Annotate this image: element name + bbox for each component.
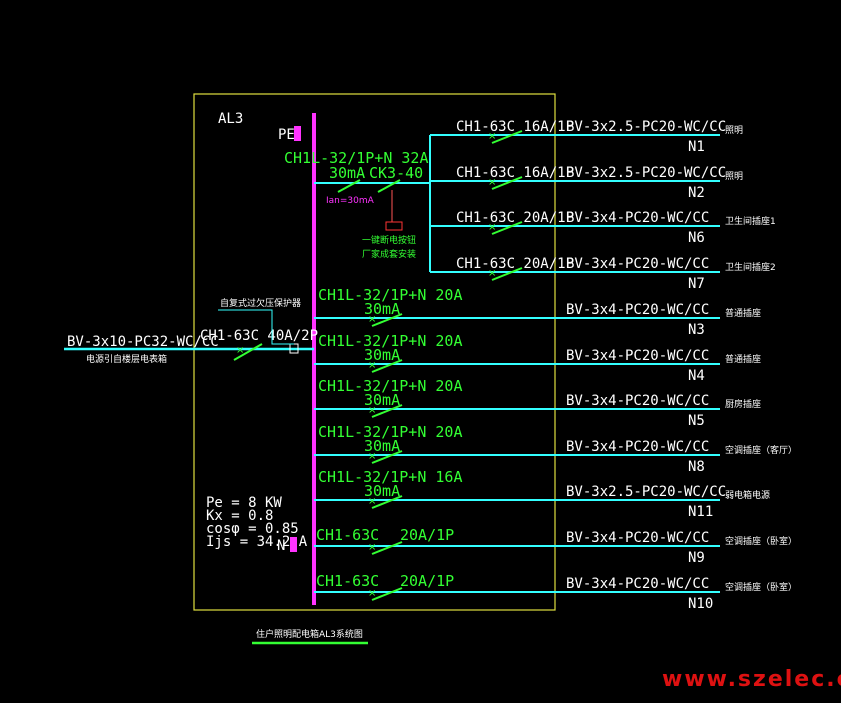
circuit-id: N6 <box>688 230 705 246</box>
circuit-use: 普通插座 <box>725 353 761 365</box>
breaker-label: CH1-63C 16A/1P <box>456 165 574 181</box>
circuit-use: 空调插座（卧室） <box>725 581 797 593</box>
rating-label: 20A/1P <box>400 572 454 590</box>
n-terminal <box>290 537 297 552</box>
cable-label: BV-3x4-PC20-WC/CC <box>566 530 709 546</box>
rcd-label: 30mA <box>364 300 400 318</box>
rcd-label: 30mA <box>364 437 400 455</box>
circuit-id: N3 <box>688 322 705 338</box>
circuit-use: 空调插座（客厅） <box>725 444 797 456</box>
rcd-group-rcd: 30mA <box>329 164 365 182</box>
circuit-use: 空调插座（卧室） <box>725 535 797 547</box>
breaker-label: CH1-63C <box>316 526 379 544</box>
pe-label: PE <box>278 127 295 143</box>
panel-name: AL3 <box>218 111 243 127</box>
circuit-use: 厨房插座 <box>725 398 761 410</box>
cable-label: BV-3x4-PC20-WC/CC <box>566 210 709 226</box>
cable-label: BV-3x4-PC20-WC/CC <box>566 256 709 272</box>
cable-label: BV-3x4-PC20-WC/CC <box>566 439 709 455</box>
rcd-label: 30mA <box>364 391 400 409</box>
circuit-use: 照明 <box>725 125 743 136</box>
pe-terminal <box>294 126 301 141</box>
circuit-use: 卫生间插座2 <box>725 261 776 273</box>
incoming-cable: BV-3x10-PC32-WC/CC <box>67 334 219 350</box>
rcd-label: 30mA <box>364 346 400 364</box>
incoming-breaker: CH1-63C 40A/2P <box>200 328 318 344</box>
circuit-use: 照明 <box>725 171 743 182</box>
wiring-diagram: AL3 PE BV-3x10-PC32-WC/CC 电源引自楼层电表箱 CH1-… <box>64 93 841 692</box>
breaker-label: CH1-63C 20A/1P <box>456 210 574 226</box>
circuit-id: N7 <box>688 276 705 292</box>
cable-label: BV-3x2.5-PC20-WC/CC <box>566 484 726 500</box>
breaker-label: CH1-63C 16A/1P <box>456 119 574 135</box>
cable-label: BV-3x2.5-PC20-WC/CC <box>566 119 726 135</box>
circuit-id: N9 <box>688 550 705 566</box>
circuit-use: 弱电箱电源 <box>725 489 770 501</box>
breaker-label: CH1-63C 20A/1P <box>456 256 574 272</box>
rcd-group-ian: Ian=30mA <box>326 196 375 206</box>
cable-label: BV-3x4-PC20-WC/CC <box>566 576 709 592</box>
cable-label: BV-3x4-PC20-WC/CC <box>566 302 709 318</box>
incoming-note: 电源引自楼层电表箱 <box>86 353 167 365</box>
cable-label: BV-3x4-PC20-WC/CC <box>566 348 709 364</box>
watermark: www.szelec.cc <box>662 667 841 692</box>
n-label: N <box>277 538 285 554</box>
diagram-title: 住户照明配电箱AL3系统图 <box>256 628 363 640</box>
incoming-cross-icon: × <box>236 345 244 356</box>
button-symbol <box>385 221 403 231</box>
cable-label: BV-3x2.5-PC20-WC/CC <box>566 165 726 181</box>
cable-label: BV-3x4-PC20-WC/CC <box>566 393 709 409</box>
circuit-id: N2 <box>688 185 705 201</box>
rcd-group-contactor: CK3-40 <box>369 164 423 182</box>
protector-label: 自复式过欠压保护器 <box>220 297 301 309</box>
circuit-id: N10 <box>688 596 713 612</box>
circuit-id: N11 <box>688 504 713 520</box>
circuit-id: N8 <box>688 459 705 475</box>
button-note-2: 厂家成套安装 <box>362 248 416 260</box>
button-note-1: 一键断电按钮 <box>362 234 416 246</box>
breaker-label: CH1-63C <box>316 572 379 590</box>
rcd-label: 30mA <box>364 482 400 500</box>
circuit-id: N4 <box>688 368 705 384</box>
circuit-id: N5 <box>688 413 705 429</box>
rating-label: 20A/1P <box>400 526 454 544</box>
circuit-use: 卫生间插座1 <box>725 215 776 227</box>
circuit-use: 普通插座 <box>725 307 761 319</box>
circuit-id: N1 <box>688 139 705 155</box>
